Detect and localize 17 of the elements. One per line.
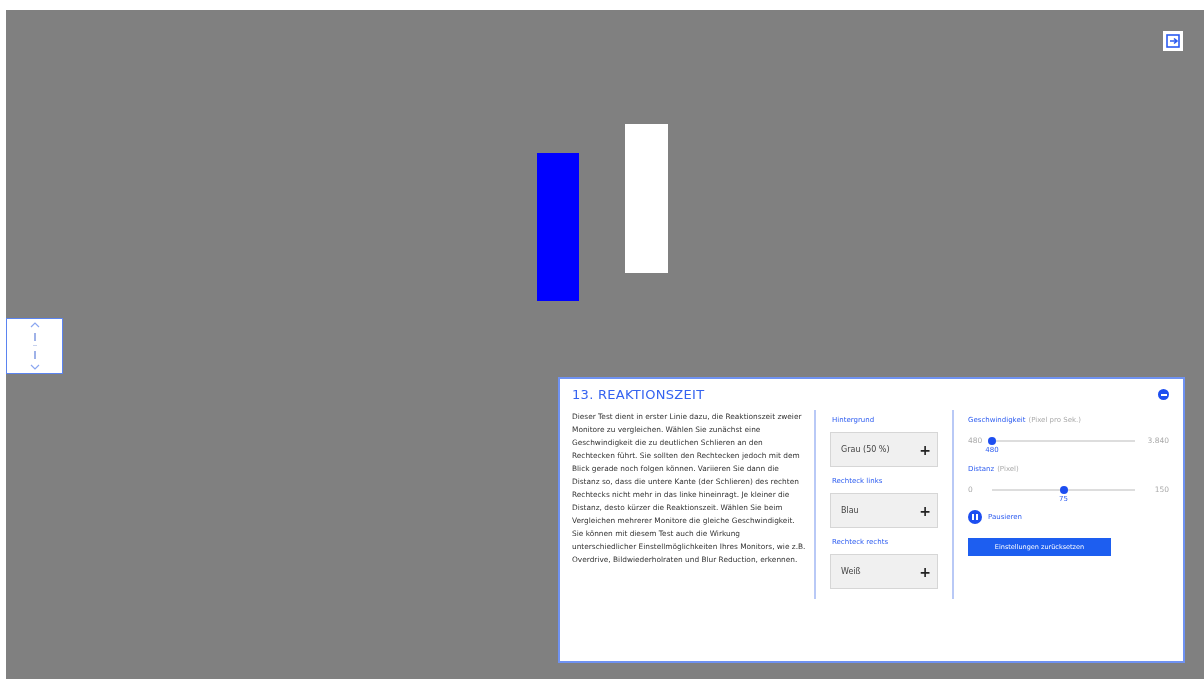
select-value: Grau (50 %) bbox=[841, 445, 890, 454]
pause-button[interactable] bbox=[968, 510, 982, 524]
slider-thumb[interactable] bbox=[988, 436, 996, 445]
plus-button[interactable]: + bbox=[919, 563, 931, 580]
select-field[interactable]: Blau + bbox=[830, 493, 938, 528]
pause-icon bbox=[971, 513, 979, 521]
slider-thumb[interactable] bbox=[1059, 485, 1068, 494]
exit-button[interactable] bbox=[1163, 31, 1183, 51]
select-value: Weiß bbox=[841, 567, 861, 576]
panel-title: 13. REAKTIONSZEIT bbox=[572, 387, 705, 402]
plus-button[interactable]: + bbox=[919, 502, 931, 519]
plus-button[interactable]: + bbox=[919, 441, 931, 458]
select-field[interactable]: Grau (50 %) + bbox=[830, 432, 938, 467]
exit-icon bbox=[1166, 34, 1180, 48]
select-value: Blau bbox=[841, 506, 859, 515]
collapse-button[interactable] bbox=[1158, 389, 1169, 400]
select-field[interactable]: Weiß + bbox=[830, 554, 938, 589]
